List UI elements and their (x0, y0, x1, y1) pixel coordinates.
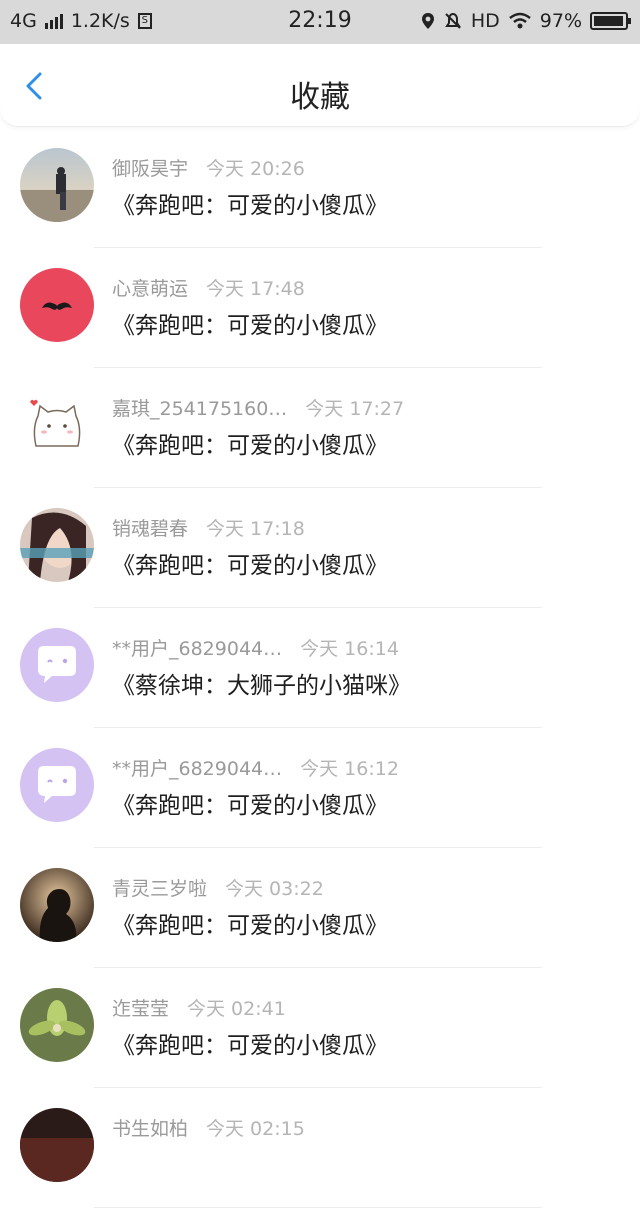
item-meta: 嘉琪_254175160… 今天 17:27 (112, 394, 404, 421)
page-title: 收藏 (290, 80, 350, 115)
item-meta: 书生如柏 今天 02:15 (112, 1114, 305, 1141)
avatar[interactable] (20, 508, 94, 582)
avatar[interactable] (20, 868, 94, 942)
item-meta: 迮莹莹 今天 02:41 (112, 994, 286, 1021)
battery-icon (590, 12, 631, 30)
timestamp: 今天 17:18 (206, 518, 305, 540)
chat-bubble-icon[interactable] (20, 748, 94, 822)
avatar[interactable] (20, 388, 94, 462)
timestamp: 今天 17:48 (206, 278, 305, 300)
list-item[interactable]: **用户_6829044… 今天 16:14 《蔡徐坤：大狮子的小猫咪》 (0, 608, 640, 728)
wifi-icon (508, 12, 531, 29)
status-bar: 4G 1.2K/s S 22:19 HD 97% (0, 0, 640, 44)
list-item[interactable]: 嘉琪_254175160… 今天 17:27 《奔跑吧：可爱的小傻瓜》 (0, 368, 640, 488)
chat-bubble-icon[interactable] (20, 628, 94, 702)
avatar[interactable] (20, 1108, 94, 1182)
list-item[interactable]: 心意萌运 今天 17:48 《奔跑吧：可爱的小傻瓜》 (0, 248, 640, 368)
user-name[interactable]: 心意萌运 (112, 278, 188, 300)
user-name[interactable]: 嘉琪_254175160… (112, 398, 287, 420)
nav-header: 收藏 (0, 44, 640, 127)
timestamp: 今天 03:22 (225, 878, 324, 900)
hd-label: HD (470, 10, 500, 32)
list-item[interactable]: 销魂碧春 今天 17:18 《奔跑吧：可爱的小傻瓜》 (0, 488, 640, 608)
status-right: HD 97% (421, 10, 631, 32)
user-name[interactable]: 书生如柏 (112, 1118, 188, 1140)
item-meta: **用户_6829044… 今天 16:12 (112, 754, 399, 781)
item-meta: 御阪昊宇 今天 20:26 (112, 154, 305, 181)
battery-percent: 97% (539, 10, 582, 32)
list-item[interactable]: **用户_6829044… 今天 16:12 《奔跑吧：可爱的小傻瓜》 (0, 728, 640, 848)
favorite-title[interactable]: 《奔跑吧：可爱的小傻瓜》 (112, 186, 388, 220)
list-item[interactable]: 御阪昊宇 今天 20:26 《奔跑吧：可爱的小傻瓜》 (0, 128, 640, 248)
mustache-icon[interactable] (20, 268, 94, 342)
favorite-title[interactable]: 《蔡徐坤：大狮子的小猫咪》 (112, 666, 411, 700)
item-meta: 心意萌运 今天 17:48 (112, 274, 305, 301)
user-name[interactable]: 青灵三岁啦 (112, 878, 207, 900)
favorite-title[interactable]: 《奔跑吧：可爱的小傻瓜》 (112, 426, 388, 460)
timestamp: 今天 17:27 (305, 398, 405, 420)
timestamp: 今天 02:15 (206, 1118, 305, 1140)
user-name[interactable]: **用户_6829044… (112, 638, 282, 660)
list-item[interactable]: 迮莹莹 今天 02:41 《奔跑吧：可爱的小傻瓜》 (0, 968, 640, 1088)
item-meta: **用户_6829044… 今天 16:14 (112, 634, 399, 661)
favorite-title[interactable]: 《奔跑吧：可爱的小傻瓜》 (112, 906, 388, 940)
favorite-title[interactable]: 《奔跑吧：可爱的小傻瓜》 (112, 306, 388, 340)
favorite-title[interactable]: 《奔跑吧：可爱的小傻瓜》 (112, 786, 388, 820)
location-icon (421, 13, 434, 29)
timestamp: 今天 16:14 (300, 638, 399, 660)
favorites-list: 御阪昊宇 今天 20:26 《奔跑吧：可爱的小傻瓜》 心意萌运 今天 17:48 《奔跑吧… (0, 128, 640, 1208)
mute-bell-icon (444, 12, 461, 29)
battery-fill (594, 16, 624, 26)
avatar[interactable] (20, 988, 94, 1062)
timestamp: 今天 20:26 (206, 158, 305, 180)
favorite-title[interactable]: 《奔跑吧：可爱的小傻瓜》 (112, 1026, 388, 1060)
timestamp: 今天 16:12 (300, 758, 399, 780)
avatar[interactable] (20, 148, 94, 222)
user-name[interactable]: 迮莹莹 (112, 998, 169, 1020)
item-meta: 销魂碧春 今天 17:18 (112, 514, 305, 541)
timestamp: 今天 02:41 (187, 998, 286, 1020)
list-item[interactable]: 青灵三岁啦 今天 03:22 《奔跑吧：可爱的小傻瓜》 (0, 848, 640, 968)
item-meta: 青灵三岁啦 今天 03:22 (112, 874, 324, 901)
user-name[interactable]: **用户_6829044… (112, 758, 282, 780)
list-item[interactable]: 书生如柏 今天 02:15 (0, 1088, 640, 1208)
favorite-title[interactable]: 《奔跑吧：可爱的小傻瓜》 (112, 546, 388, 580)
user-name[interactable]: 销魂碧春 (112, 518, 188, 540)
user-name[interactable]: 御阪昊宇 (112, 158, 188, 180)
